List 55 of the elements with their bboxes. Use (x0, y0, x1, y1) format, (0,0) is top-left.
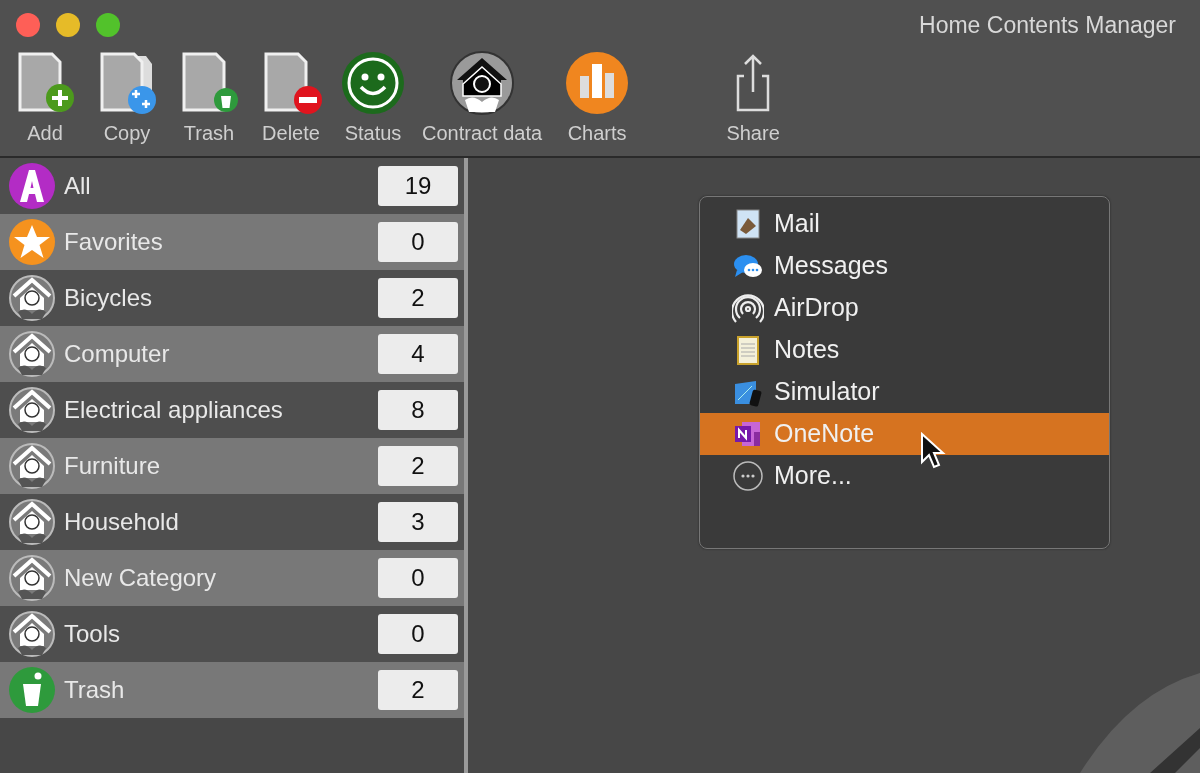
sidebar-item[interactable]: All 19 (0, 158, 464, 214)
item-count: 2 (378, 446, 458, 486)
category-label: Tools (64, 619, 122, 649)
menu-item[interactable]: Simulator (700, 371, 1109, 413)
letter-a-icon (8, 162, 56, 210)
window-title: Home Contents Manager (919, 10, 1176, 40)
zoom-button[interactable] (96, 13, 120, 37)
trash-button[interactable]: Trash (172, 50, 246, 144)
category-label: Furniture (64, 451, 162, 481)
category-label: Electrical appliances (64, 395, 284, 425)
item-count: 0 (378, 558, 458, 598)
menu-item[interactable]: Messages (700, 245, 1109, 287)
menu-item[interactable]: AirDrop (700, 287, 1109, 329)
menu-item[interactable]: More... (700, 455, 1109, 497)
share-button[interactable]: Share (716, 50, 791, 144)
smiley-icon (340, 50, 406, 116)
item-count: 2 (378, 278, 458, 318)
sidebar-item[interactable]: Trash 2 (0, 662, 464, 718)
charts-button[interactable]: Charts (560, 50, 635, 144)
item-count: 2 (378, 670, 458, 710)
category-label: All (64, 171, 92, 201)
pointer-icon (920, 432, 946, 470)
item-count: 0 (378, 222, 458, 262)
item-count: 4 (378, 334, 458, 374)
category-label: Household (64, 507, 180, 537)
item-count: 0 (378, 614, 458, 654)
item-count: 19 (378, 166, 458, 206)
contract-button[interactable]: Contract data (418, 50, 547, 144)
sidebar-item[interactable]: Favorites 0 (0, 214, 464, 270)
menu-item[interactable]: Mail (700, 203, 1109, 245)
category-label: New Category (64, 563, 218, 593)
trash-icon (8, 666, 56, 714)
sidebar-item[interactable]: Household 3 (0, 494, 464, 550)
sidebar-item[interactable]: Electrical appliances 8 (0, 382, 464, 438)
menu-item[interactable]: Notes (700, 329, 1109, 371)
sidebar-item[interactable]: Computer 4 (0, 326, 464, 382)
minimize-button[interactable] (56, 13, 80, 37)
delete-button[interactable]: Delete (254, 50, 328, 144)
add-button[interactable]: Add (8, 50, 82, 144)
sidebar-item[interactable]: New Category 0 (0, 550, 464, 606)
sidebar-item[interactable]: Bicycles 2 (0, 270, 464, 326)
category-label: Trash (64, 675, 126, 705)
category-label: Computer (64, 339, 171, 369)
item-count: 3 (378, 502, 458, 542)
sidebar-item[interactable]: Tools 0 (0, 606, 464, 662)
more-icon (732, 460, 764, 492)
item-count: 8 (378, 390, 458, 430)
status-button[interactable]: Status (336, 50, 410, 144)
copy-button[interactable]: Copy (90, 50, 164, 144)
category-label: Bicycles (64, 283, 154, 313)
airdrop-icon (732, 292, 764, 324)
sidebar-item[interactable]: Furniture 2 (0, 438, 464, 494)
bar-chart-icon (564, 50, 631, 116)
category-label: Favorites (64, 227, 164, 257)
close-button[interactable] (16, 13, 40, 37)
